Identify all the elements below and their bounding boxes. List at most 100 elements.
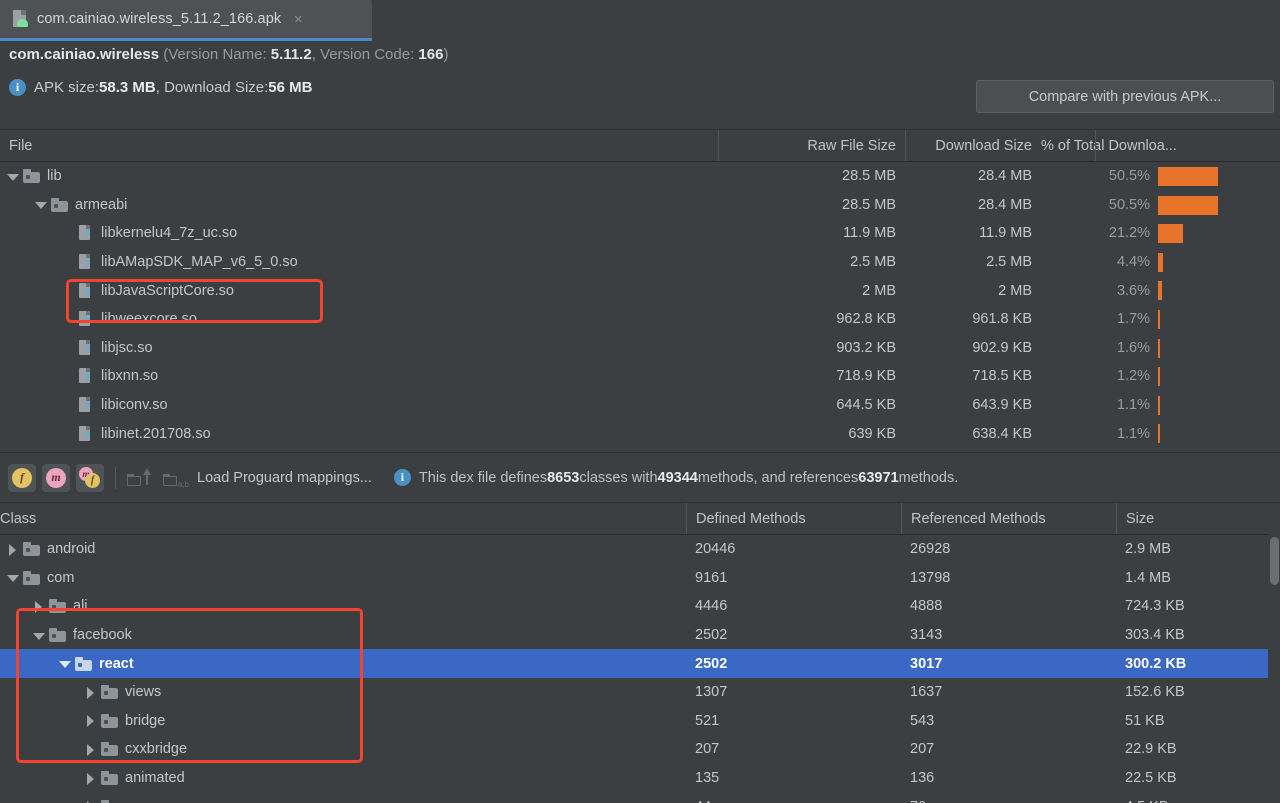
sort-by-size-icon[interactable] bbox=[125, 465, 153, 491]
dex-package-label: com bbox=[47, 570, 74, 586]
dex-table-row[interactable]: cxxbridge20720722.9 KB bbox=[0, 735, 1280, 764]
file-table-row[interactable]: lib28.5 MB28.4 MB50.5% bbox=[0, 162, 1280, 191]
file-name-cell[interactable]: ?libjsc.so bbox=[62, 334, 153, 363]
file-table-row[interactable]: ?libjsc.so903.2 KB902.9 KB1.6% bbox=[0, 334, 1280, 363]
dex-class-tree-panel: ClassDefined MethodsReferenced MethodsSi… bbox=[0, 502, 1280, 803]
size-cell: 51 KB bbox=[1116, 707, 1280, 736]
chevron-right-icon[interactable] bbox=[84, 743, 97, 756]
dex-class-name-cell[interactable]: bridge bbox=[84, 707, 165, 736]
dex-column-header-2[interactable]: Referenced Methods bbox=[901, 503, 1116, 534]
file-name-cell[interactable]: ?libkernelu4_7z_uc.so bbox=[62, 219, 237, 248]
size-cell: 1.4 MB bbox=[1116, 564, 1280, 593]
chevron-right-icon[interactable] bbox=[32, 600, 45, 613]
dex-table-row[interactable]: bridge52154351 KB bbox=[0, 707, 1280, 736]
dex-statistics-text: i This dex file defines 8653 classes wit… bbox=[394, 469, 958, 486]
native-library-file-icon: ? bbox=[79, 283, 94, 299]
compare-with-previous-apk-button[interactable]: Compare with previous APK... bbox=[976, 80, 1274, 113]
tab-apk-file[interactable]: com.cainiao.wireless_5.11.2_166.apk × bbox=[0, 0, 372, 38]
dex-table-row[interactable]: react25023017300.2 KB bbox=[0, 649, 1280, 678]
download-size-cell: 902.9 KB bbox=[905, 334, 1041, 363]
dex-vertical-scrollbar[interactable] bbox=[1268, 534, 1280, 803]
defined-methods-cell: 9161 bbox=[686, 564, 901, 593]
download-size-cell: 11.9 MB bbox=[905, 219, 1041, 248]
dex-table-row[interactable]: com9161137981.4 MB bbox=[0, 564, 1280, 593]
referenced-methods-cell: 4888 bbox=[901, 592, 1116, 621]
dex-column-header-0[interactable]: Class bbox=[0, 503, 686, 534]
dex-class-name-cell[interactable]: cxxbridge bbox=[84, 735, 187, 764]
file-name-cell[interactable]: ?libiconv.so bbox=[62, 391, 168, 420]
file-name-cell[interactable]: ?libinet.201708.so bbox=[62, 419, 211, 448]
file-name-cell[interactable]: ?libJavaScriptCore.so bbox=[62, 276, 234, 305]
file-table-row[interactable]: ?libxnn.so718.9 KB718.5 KB1.2% bbox=[0, 362, 1280, 391]
file-table-row[interactable]: armeabi28.5 MB28.4 MB50.5% bbox=[0, 191, 1280, 220]
file-column-header-1[interactable]: Raw File Size bbox=[718, 130, 905, 161]
show-names-icon[interactable]: a,b bbox=[161, 465, 189, 491]
chevron-down-icon[interactable] bbox=[6, 170, 19, 183]
file-table-row[interactable]: ?libkernelu4_7z_uc.so11.9 MB11.9 MB21.2% bbox=[0, 219, 1280, 248]
chevron-right-icon[interactable] bbox=[84, 686, 97, 699]
dex-defined-method-count: 49344 bbox=[658, 470, 698, 486]
chevron-down-icon[interactable] bbox=[58, 657, 71, 670]
dex-class-name-cell[interactable] bbox=[84, 792, 125, 803]
file-name-cell[interactable]: ?libAMapSDK_MAP_v6_5_0.so bbox=[62, 248, 298, 277]
file-table-row[interactable]: ?libiconv.so644.5 KB643.9 KB1.1% bbox=[0, 391, 1280, 420]
toggle-show-fields-button[interactable]: f bbox=[8, 464, 36, 492]
apk-file-tree-panel: FileRaw File SizeDownload Size% of Total… bbox=[0, 129, 1280, 451]
package-folder-icon bbox=[23, 571, 40, 585]
dex-package-label: facebook bbox=[73, 627, 132, 643]
close-icon[interactable]: × bbox=[291, 12, 305, 27]
native-library-file-icon: ? bbox=[79, 225, 94, 241]
dex-class-name-cell[interactable]: com bbox=[6, 564, 74, 593]
dex-table-row[interactable]: android20446269282.9 MB bbox=[0, 535, 1280, 564]
file-name-cell[interactable]: ?libweexcore.so bbox=[62, 305, 197, 334]
dex-column-header-1[interactable]: Defined Methods bbox=[686, 503, 901, 534]
file-name-cell[interactable]: lib bbox=[6, 162, 62, 191]
percent-bar bbox=[1158, 253, 1163, 272]
toggle-show-all-members-button[interactable]: m f bbox=[76, 464, 104, 492]
dex-class-name-cell[interactable]: facebook bbox=[32, 621, 132, 650]
package-folder-icon bbox=[49, 628, 66, 642]
file-name-cell[interactable]: armeabi bbox=[34, 191, 127, 220]
toggle-show-methods-button[interactable]: m bbox=[42, 464, 70, 492]
size-cell: 22.9 KB bbox=[1116, 735, 1280, 764]
file-name-label: armeabi bbox=[75, 197, 127, 213]
file-name-label: libxnn.so bbox=[101, 368, 158, 384]
file-table-row[interactable]: ?libinet.201708.so639 KB638.4 KB1.1% bbox=[0, 419, 1280, 448]
dex-table-row[interactable]: ali44464888724.3 KB bbox=[0, 592, 1280, 621]
chevron-down-icon[interactable] bbox=[32, 629, 45, 642]
file-table-row[interactable]: ?libweexcore.so962.8 KB961.8 KB1.7% bbox=[0, 305, 1280, 334]
file-column-header-3[interactable]: % of Total Downloa... bbox=[1041, 130, 1280, 161]
load-proguard-mappings-button[interactable]: Load Proguard mappings... bbox=[197, 470, 372, 486]
file-column-header-0[interactable]: File bbox=[0, 130, 718, 161]
dex-table-row[interactable]: 44704.5 KB bbox=[0, 792, 1280, 803]
dex-table-row[interactable]: views13071637152.6 KB bbox=[0, 678, 1280, 707]
file-column-header-2[interactable]: Download Size bbox=[905, 130, 1041, 161]
file-name-cell[interactable]: ?libxnn.so bbox=[62, 362, 158, 391]
chevron-down-icon[interactable] bbox=[34, 198, 47, 211]
dex-class-name-cell[interactable]: android bbox=[6, 535, 95, 564]
file-table-row[interactable]: ?libAMapSDK_MAP_v6_5_0.so2.5 MB2.5 MB4.4… bbox=[0, 248, 1280, 277]
chevron-right-icon[interactable] bbox=[84, 714, 97, 727]
file-table-row[interactable]: ?libJavaScriptCore.so2 MB2 MB3.6% bbox=[0, 276, 1280, 305]
dex-class-count: 8653 bbox=[547, 470, 579, 486]
dex-class-name-cell[interactable]: views bbox=[84, 678, 161, 707]
chevron-right-icon[interactable] bbox=[84, 772, 97, 785]
chevron-down-icon[interactable] bbox=[6, 571, 19, 584]
native-library-file-icon: ? bbox=[79, 397, 94, 413]
dex-class-name-cell[interactable]: react bbox=[58, 649, 134, 678]
chevron-right-icon[interactable] bbox=[6, 543, 19, 556]
dex-class-name-cell[interactable]: animated bbox=[84, 764, 185, 793]
dex-class-name-cell[interactable]: ali bbox=[32, 592, 88, 621]
dex-table-row[interactable]: animated13513622.5 KB bbox=[0, 764, 1280, 793]
download-size-cell: 961.8 KB bbox=[905, 305, 1041, 334]
version-suffix: ) bbox=[443, 46, 448, 63]
column-divider[interactable] bbox=[1095, 130, 1096, 161]
native-library-file-icon: ? bbox=[79, 426, 94, 442]
dex-table-row[interactable]: facebook25023143303.4 KB bbox=[0, 621, 1280, 650]
defined-methods-cell: 135 bbox=[686, 764, 901, 793]
tree-spacer bbox=[62, 341, 75, 354]
percent-of-total-cell: 3.6% bbox=[1041, 276, 1154, 305]
percent-of-total-cell: 1.1% bbox=[1041, 391, 1154, 420]
scrollbar-thumb[interactable] bbox=[1270, 537, 1279, 585]
dex-column-header-3[interactable]: Size bbox=[1116, 503, 1280, 534]
